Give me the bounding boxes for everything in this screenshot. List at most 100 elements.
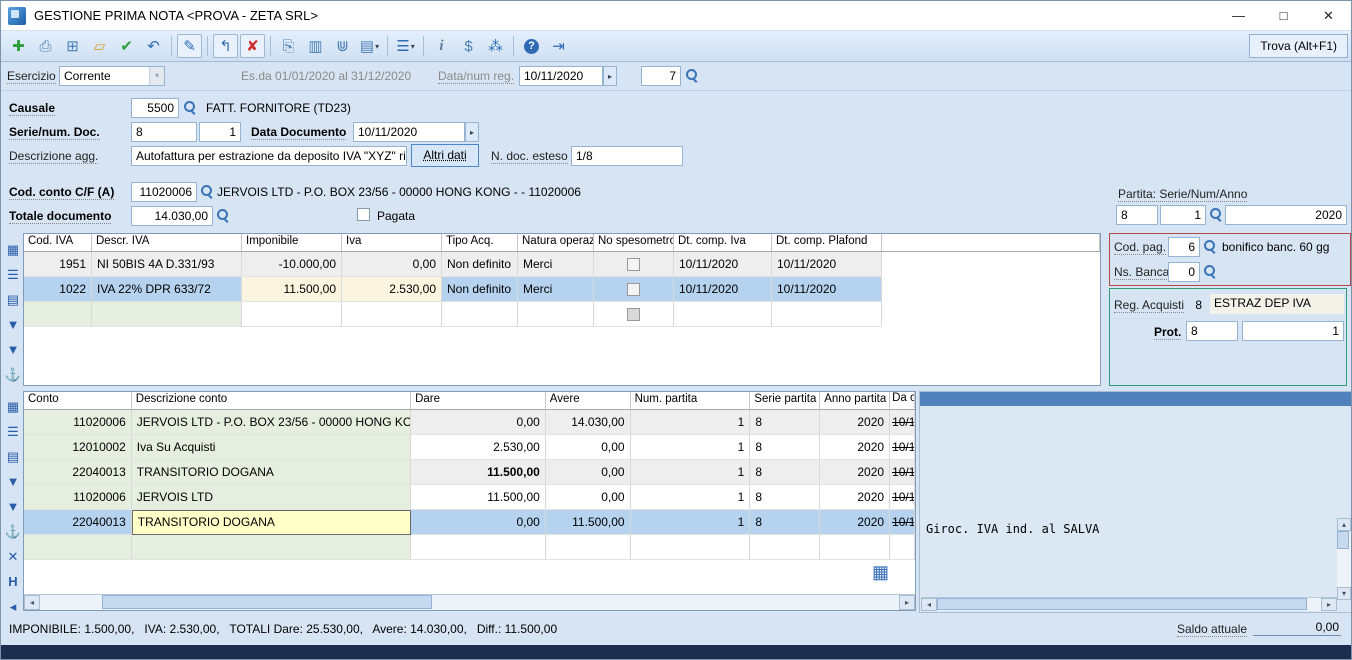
altri-dati-button[interactable]: Altri dati	[411, 144, 479, 167]
save-new-button[interactable]: ⊞	[60, 34, 85, 58]
scrollbar-track[interactable]	[937, 598, 1321, 611]
date-spinner-right-icon[interactable]: ▸	[603, 66, 617, 86]
vertical-scrollbar[interactable]: ▴ ▾	[1337, 518, 1351, 600]
ndoc-esteso-field[interactable]: 1/8	[571, 146, 683, 166]
scroll-right-icon[interactable]: ▸	[1321, 598, 1337, 611]
data-documento-field[interactable]: 10/11/2020	[353, 122, 465, 142]
reg-acquisti-desc-field[interactable]: ESTRAZ DEP IVA	[1210, 294, 1344, 314]
prot-num-field[interactable]: 1	[1242, 321, 1344, 341]
filter-icon[interactable]: ▼	[4, 337, 22, 362]
search-icon[interactable]	[1208, 207, 1222, 223]
clipboard-search-button[interactable]: ▥	[303, 34, 328, 58]
list-icon[interactable]: ☰	[4, 262, 22, 287]
filter-icon[interactable]: ▼	[4, 494, 22, 519]
search-icon[interactable]	[684, 68, 698, 84]
open-folder-button[interactable]: ▱	[87, 34, 112, 58]
scroll-left-icon[interactable]: ◂	[921, 598, 937, 611]
descrizione-agg-field[interactable]: Autofattura per estrazione da deposito I…	[131, 146, 407, 166]
table-icon[interactable]: ▦	[4, 237, 22, 262]
search-icon[interactable]	[199, 184, 213, 200]
partita-serie-field[interactable]: 8	[1116, 205, 1158, 225]
horizontal-scrollbar[interactable]: ◂ ▸	[24, 594, 915, 610]
close-button[interactable]: ✕	[1306, 1, 1351, 30]
scrollbar-track[interactable]	[40, 595, 899, 610]
table-row-selected[interactable]: 22040013 TRANSITORIO DOGANA 0,00 11.500,…	[24, 510, 915, 535]
undo-button[interactable]: ↶	[141, 34, 166, 58]
search-icon[interactable]	[182, 100, 196, 116]
save-button[interactable]: ⎙	[33, 34, 58, 58]
cell-conto: 22040013	[24, 510, 132, 535]
find-button[interactable]: Trova (Alt+F1)	[1249, 34, 1348, 58]
no-spesometro-checkbox[interactable]	[627, 308, 640, 321]
grid-view-button[interactable]: ▦	[872, 562, 889, 583]
partita-anno-field[interactable]: 2020	[1225, 205, 1347, 225]
prot-serie-field[interactable]: 8	[1186, 321, 1238, 341]
num-reg-field[interactable]: 7	[641, 66, 681, 86]
exit-button[interactable]: ⇥	[546, 34, 571, 58]
partita-num-field[interactable]: 1	[1160, 205, 1206, 225]
table-icon[interactable]: ▦	[4, 394, 22, 419]
cell-descrizione: JERVOIS LTD - P.O. BOX 23/56 - 00000 HON…	[132, 410, 411, 435]
copy-button[interactable]: ⎘	[276, 34, 301, 58]
table-row-empty[interactable]	[24, 302, 1100, 327]
scrollbar-thumb[interactable]	[1337, 531, 1349, 549]
scrollbar-thumb[interactable]	[937, 598, 1307, 610]
info-button[interactable]: i	[429, 34, 454, 58]
table-row[interactable]: 11020006 JERVOIS LTD - P.O. BOX 23/56 - …	[24, 410, 915, 435]
pagata-checkbox[interactable]	[357, 208, 370, 221]
edit-pencil-button[interactable]: ✎	[177, 34, 202, 58]
esercizio-select[interactable]: Corrente ▾	[59, 66, 165, 86]
new-record-button[interactable]: ✚	[6, 34, 31, 58]
table-row[interactable]: 11020006 JERVOIS LTD 11.500,00 0,00 1 8 …	[24, 485, 915, 510]
card-icon[interactable]: ▤	[4, 444, 22, 469]
currency-button[interactable]: $	[456, 34, 481, 58]
filter-icon[interactable]: ▼	[4, 469, 22, 494]
revert-button[interactable]: ↰	[213, 34, 238, 58]
causale-code-field[interactable]: 5500	[131, 98, 179, 118]
delete-icon[interactable]: ✕	[4, 544, 22, 569]
anchor-icon[interactable]: ⚓	[4, 519, 22, 544]
search-icon[interactable]	[1202, 264, 1216, 280]
serie-doc-field[interactable]: 8	[131, 122, 197, 142]
table-row-selected[interactable]: 1022 IVA 22% DPR 633/72 11.500,00 2.530,…	[24, 277, 1100, 302]
cod-pag-field[interactable]: 6	[1168, 237, 1200, 257]
anchor-icon[interactable]: ⚓	[4, 362, 22, 387]
h-icon[interactable]: H	[4, 569, 22, 594]
list-menu-button[interactable]: ☰ ▾	[393, 34, 418, 58]
date-spinner-right-icon[interactable]: ▸	[465, 122, 479, 142]
paperclip-attach-button[interactable]: ⋓	[330, 34, 355, 58]
minimize-button[interactable]: —	[1216, 1, 1261, 30]
table-row[interactable]: 1951 NI 50BIS 4A D.331/93 -10.000,00 0,0…	[24, 252, 1100, 277]
ns-banca-field[interactable]: 0	[1168, 262, 1200, 282]
totale-documento-field[interactable]: 14.030,00	[131, 206, 213, 226]
document-menu-button[interactable]: ▤ ▾	[357, 34, 382, 58]
scrollbar-track[interactable]	[1337, 531, 1351, 587]
scroll-left-icon[interactable]: ◂	[24, 595, 40, 610]
filter-icon[interactable]: ▼	[4, 312, 22, 337]
confirm-button[interactable]: ✔	[114, 34, 139, 58]
cell-descrizione-edit[interactable]: TRANSITORIO DOGANA	[132, 510, 411, 535]
note-textarea[interactable]: Giroc. IVA ind. al SALVA	[926, 522, 1099, 536]
scrollbar-thumb[interactable]	[102, 595, 432, 609]
share-button[interactable]: ⁂	[483, 34, 508, 58]
horizontal-scrollbar[interactable]: ◂ ▸	[921, 597, 1337, 611]
no-spesometro-checkbox[interactable]	[627, 283, 640, 296]
table-row-empty[interactable]	[24, 535, 915, 560]
cod-conto-field[interactable]: 11020006	[131, 182, 197, 202]
list-icon[interactable]: ☰	[4, 419, 22, 444]
cancel-button[interactable]: ✘	[240, 34, 265, 58]
table-row[interactable]: 22040013 TRANSITORIO DOGANA 11.500,00 0,…	[24, 460, 915, 485]
no-spesometro-checkbox[interactable]	[627, 258, 640, 271]
maximize-button[interactable]: □	[1261, 1, 1306, 30]
data-reg-field[interactable]: 10/11/2020	[519, 66, 603, 86]
scroll-up-icon[interactable]: ▴	[1337, 518, 1351, 531]
help-button[interactable]: ?	[519, 34, 544, 58]
scroll-down-icon[interactable]: ▾	[1337, 587, 1351, 600]
scroll-right-icon[interactable]: ▸	[899, 595, 915, 610]
card-icon[interactable]: ▤	[4, 287, 22, 312]
num-doc-field[interactable]: 1	[199, 122, 241, 142]
search-icon[interactable]	[215, 208, 229, 224]
cell-dare: 2.530,00	[411, 435, 546, 460]
table-row[interactable]: 12010002 Iva Su Acquisti 2.530,00 0,00 1…	[24, 435, 915, 460]
search-icon[interactable]	[1202, 239, 1216, 255]
